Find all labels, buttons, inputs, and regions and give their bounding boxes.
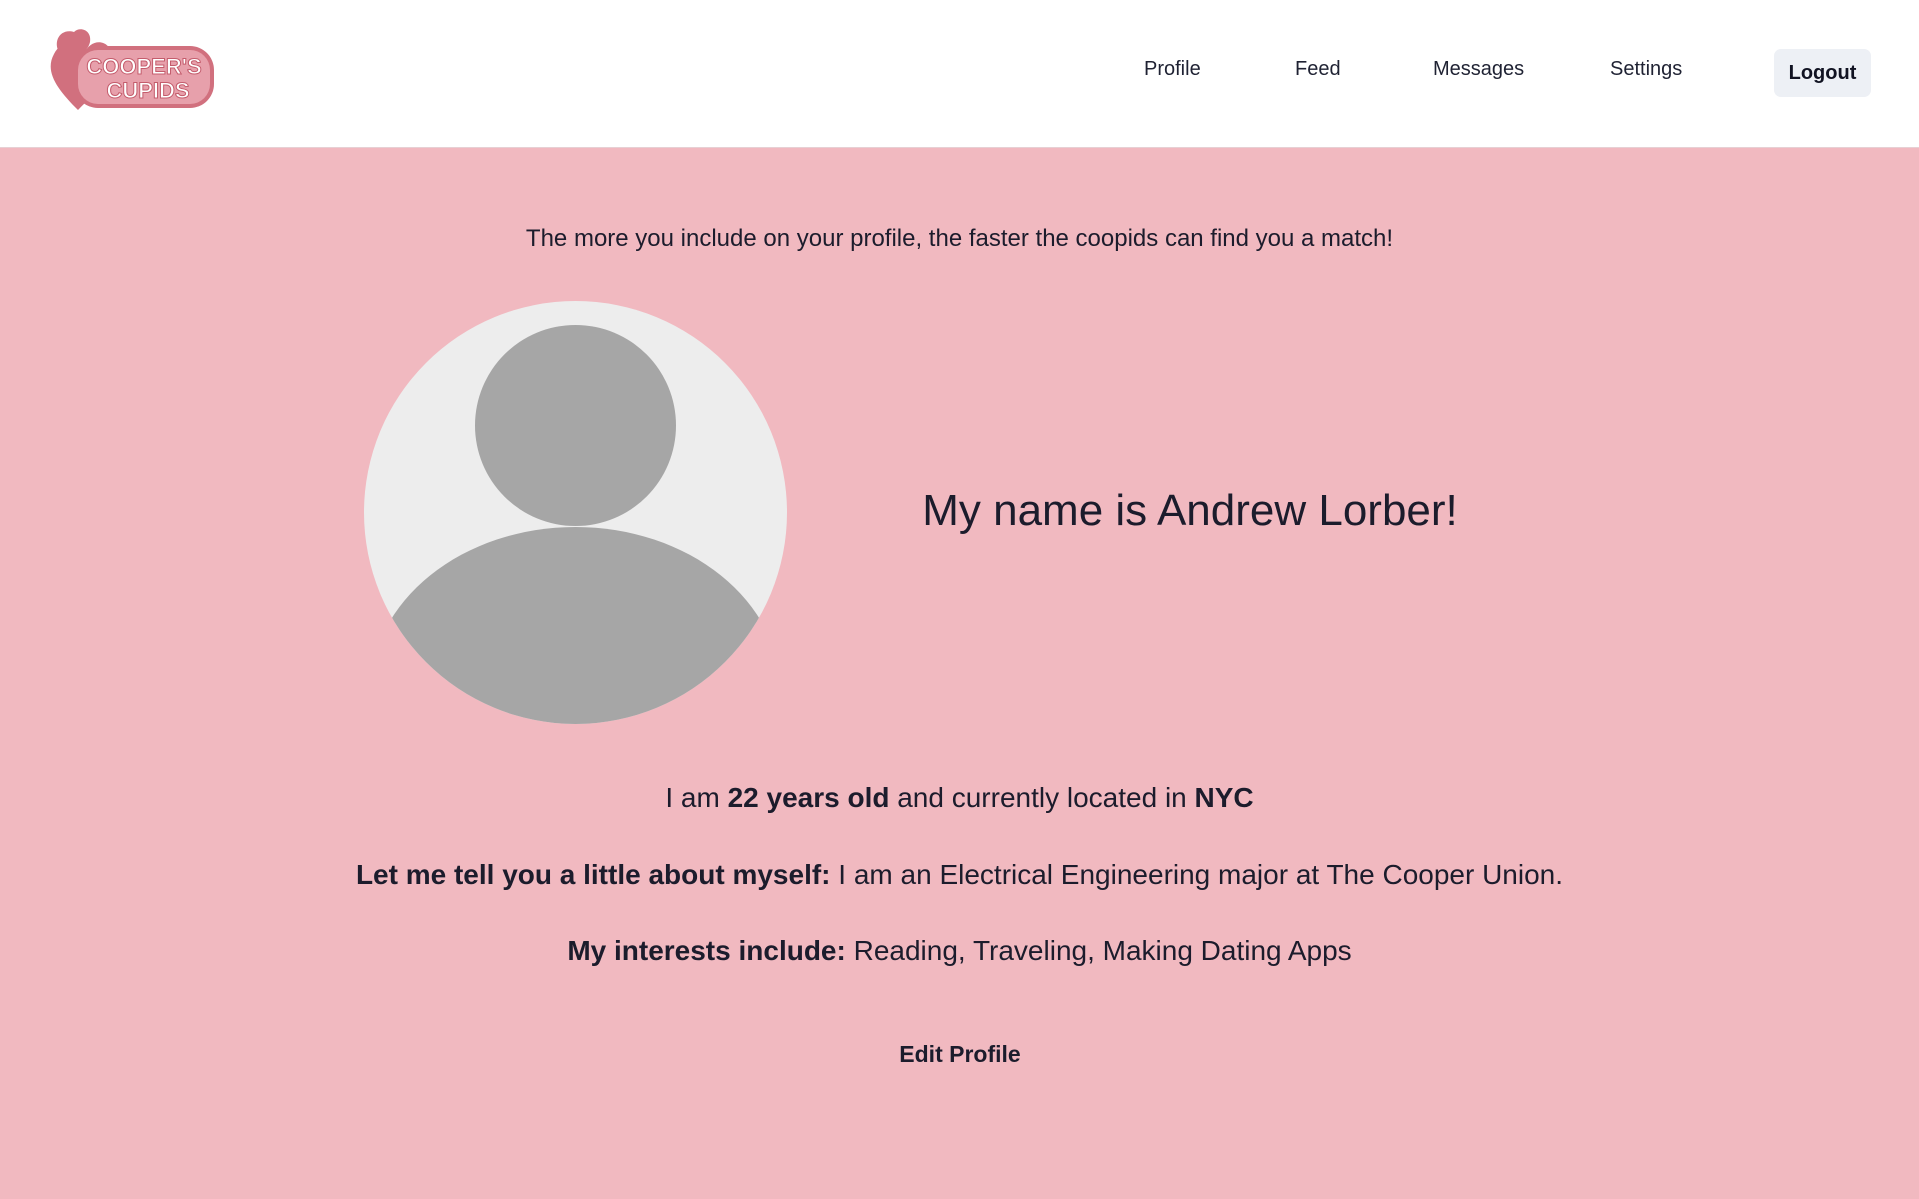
location-prefix: and currently located in (897, 782, 1187, 813)
interests-label: My interests include: (567, 935, 846, 966)
avatar-body-shape (370, 527, 781, 724)
nav-link-messages[interactable]: Messages (1433, 58, 1524, 81)
logout-button[interactable]: Logout (1774, 49, 1871, 97)
location-value: NYC (1194, 782, 1254, 813)
about-label: Let me tell you a little about myself: (355, 859, 831, 890)
edit-profile-button[interactable]: Edit Profile (880, 1033, 1040, 1075)
age-prefix: I am (665, 782, 720, 813)
interests-text: Reading, Traveling, Making Dating Apps (853, 935, 1352, 966)
logo-text-line1: COOPER'S (86, 54, 201, 79)
nav-link-feed[interactable]: Feed (1295, 58, 1341, 81)
age-value: 22 years old (727, 782, 890, 813)
about-line: Let me tell you a little about myself: I… (0, 859, 1919, 891)
age-location-line: I am 22 years old and currently located … (0, 782, 1919, 814)
interests-line: My interests include: Reading, Traveling… (0, 935, 1919, 967)
top-navbar: COOPER'S CUPIDS Profile Feed Messages Se… (0, 0, 1919, 148)
nav-link-profile[interactable]: Profile (1144, 58, 1201, 81)
avatar-head-shape (475, 325, 676, 526)
coopers-cupids-logo[interactable]: COOPER'S CUPIDS (48, 24, 218, 116)
about-text: I am an Electrical Engineering major at … (838, 859, 1564, 890)
profile-name-heading: My name is Andrew Lorber! (922, 486, 1458, 535)
nav-link-settings[interactable]: Settings (1610, 58, 1682, 81)
hearts-logo-icon: COOPER'S CUPIDS (50, 29, 214, 110)
default-avatar-icon (364, 301, 787, 724)
logo-text-line2: CUPIDS (106, 78, 189, 103)
profile-tagline: The more you include on your profile, th… (525, 225, 1394, 252)
